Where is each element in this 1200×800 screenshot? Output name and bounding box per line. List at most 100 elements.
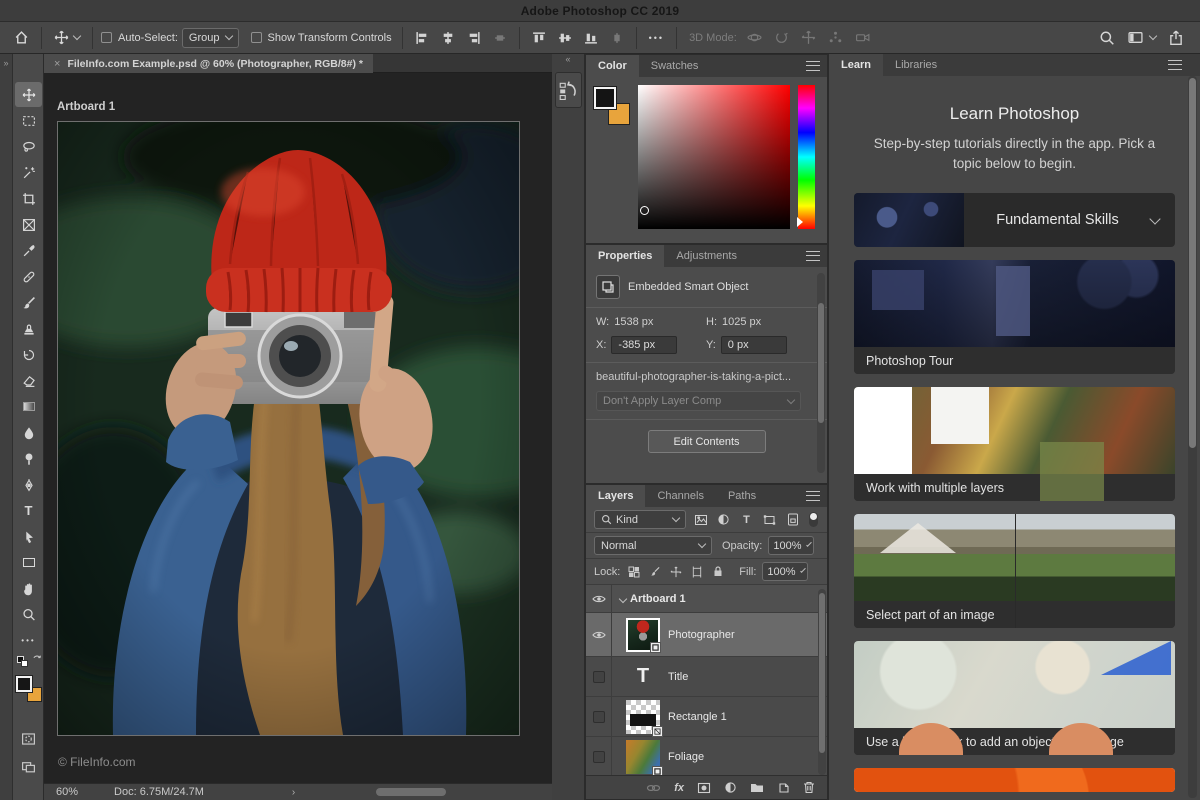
tab-swatches[interactable]: Swatches xyxy=(639,55,711,77)
tab-paths[interactable]: Paths xyxy=(716,485,768,507)
panel-menu-icon[interactable] xyxy=(806,491,820,501)
default-colors-swap[interactable] xyxy=(17,654,41,668)
filter-type-layers-button[interactable]: T xyxy=(738,514,755,526)
layer-row-artboard[interactable]: Artboard 1 xyxy=(586,585,827,613)
more-align-options-button[interactable]: ••• xyxy=(643,26,670,50)
tab-channels[interactable]: Channels xyxy=(645,485,715,507)
tutorial-card-layer-mask[interactable]: Use a layer mask to add an object to an … xyxy=(854,641,1175,756)
workspace-switcher[interactable] xyxy=(1121,26,1162,50)
learn-scrollbar[interactable] xyxy=(1188,76,1197,798)
tool-move[interactable] xyxy=(15,82,42,107)
panel-menu-icon[interactable] xyxy=(806,61,820,71)
tool-path-select[interactable] xyxy=(15,524,42,549)
lock-all-button[interactable] xyxy=(710,565,725,578)
tutorial-card-photoshop-tour[interactable]: Photoshop Tour xyxy=(854,260,1175,375)
tool-frame[interactable] xyxy=(15,212,42,237)
hue-slider-marker[interactable] xyxy=(797,217,803,227)
properties-scrollbar[interactable] xyxy=(817,273,825,473)
layer-row-photographer[interactable]: Photographer xyxy=(586,613,827,657)
delete-layer-button[interactable] xyxy=(803,781,815,794)
tab-adjustments[interactable]: Adjustments xyxy=(664,245,749,267)
lock-position-button[interactable] xyxy=(668,566,683,578)
lock-artboard-button[interactable] xyxy=(689,565,704,578)
layer-style-button[interactable]: fx xyxy=(674,782,684,794)
close-tab-icon[interactable]: × xyxy=(54,58,60,70)
color-picker-cursor[interactable] xyxy=(640,206,649,215)
layers-scrollbar[interactable] xyxy=(818,589,826,775)
tool-gradient[interactable] xyxy=(15,394,42,419)
document-tab[interactable]: × FileInfo.com Example.psd @ 60% (Photog… xyxy=(44,54,373,73)
tool-clone-stamp[interactable] xyxy=(15,316,42,341)
lock-transparency-button[interactable] xyxy=(626,566,641,578)
opacity-select[interactable]: 100% xyxy=(768,536,815,555)
tab-learn[interactable]: Learn xyxy=(829,54,883,76)
foreground-background-swatches[interactable] xyxy=(16,676,42,702)
tool-rectangle[interactable] xyxy=(15,550,42,575)
properties-scrollbar-handle[interactable] xyxy=(818,303,824,423)
layer-thumbnail[interactable] xyxy=(626,699,663,737)
align-top-button[interactable] xyxy=(526,26,552,50)
auto-select-target-select[interactable]: Group xyxy=(181,27,239,48)
tool-hand[interactable] xyxy=(15,576,42,601)
x-input[interactable]: -385 px xyxy=(611,336,678,354)
show-transform-checkbox[interactable] xyxy=(250,32,262,43)
tab-layers[interactable]: Layers xyxy=(586,485,646,507)
layer-thumbnail[interactable] xyxy=(626,617,661,653)
hue-slider[interactable] xyxy=(797,85,815,229)
tutorial-card-select-part[interactable]: Select part of an image xyxy=(854,514,1175,629)
link-layers-button[interactable] xyxy=(646,783,661,793)
auto-select-checkbox[interactable] xyxy=(101,32,112,43)
text-layer-thumbnail[interactable]: T xyxy=(626,665,660,688)
align-left-button[interactable] xyxy=(409,26,435,50)
tool-blur[interactable] xyxy=(15,420,42,445)
edit-contents-button[interactable]: Edit Contents xyxy=(647,430,766,453)
tab-color[interactable]: Color xyxy=(586,55,639,77)
toolbar-collapse-strip[interactable]: » xyxy=(0,54,13,800)
tool-crop[interactable] xyxy=(15,186,42,211)
canvas[interactable]: Artboard 1 © FileInfo.com xyxy=(44,73,552,783)
layer-row-foliage[interactable]: Foliage xyxy=(586,737,827,777)
tool-eyedropper[interactable] xyxy=(15,238,42,263)
visibility-toggle[interactable] xyxy=(586,657,612,696)
tool-quick-selection[interactable] xyxy=(15,160,42,185)
tool-marquee[interactable] xyxy=(15,108,42,133)
panel-menu-icon[interactable] xyxy=(806,251,820,261)
status-chevron-icon[interactable]: › xyxy=(292,787,295,798)
add-mask-button[interactable] xyxy=(697,782,711,794)
align-right-button[interactable] xyxy=(461,26,487,50)
layer-row-rectangle[interactable]: Rectangle 1 xyxy=(586,697,827,737)
tool-brush[interactable] xyxy=(15,290,42,315)
layer-thumbnail[interactable] xyxy=(626,739,663,777)
tutorial-card-partial[interactable] xyxy=(854,768,1175,793)
horizontal-scrollbar[interactable] xyxy=(344,788,544,797)
fundamental-skills-section[interactable]: Fundamental Skills xyxy=(854,193,1175,248)
tool-zoom[interactable] xyxy=(15,602,42,627)
tab-properties[interactable]: Properties xyxy=(586,245,665,267)
visibility-toggle[interactable] xyxy=(586,697,612,736)
distribute-v-button[interactable] xyxy=(604,26,630,50)
expand-panels-button[interactable]: « xyxy=(552,54,584,68)
filter-pixel-layers-button[interactable] xyxy=(692,514,709,526)
filter-smart-objects-button[interactable] xyxy=(784,513,801,526)
saturation-brightness-field[interactable] xyxy=(638,85,790,229)
history-panel-button[interactable] xyxy=(554,72,582,108)
search-button[interactable] xyxy=(1093,26,1121,50)
foreground-color-swatch[interactable] xyxy=(16,676,32,692)
layers-scrollbar-handle[interactable] xyxy=(819,593,825,753)
layer-row-title[interactable]: T Title xyxy=(586,657,827,697)
share-button[interactable] xyxy=(1162,26,1190,50)
horizontal-scrollbar-handle[interactable] xyxy=(376,788,446,796)
tool-quick-mask[interactable] xyxy=(15,726,42,751)
tab-libraries[interactable]: Libraries xyxy=(883,54,949,76)
filter-adjustment-layers-button[interactable] xyxy=(715,513,732,526)
distribute-h-button[interactable] xyxy=(487,26,513,50)
tool-pen[interactable] xyxy=(15,472,42,497)
chevron-down-icon[interactable] xyxy=(618,594,628,603)
filter-toggle[interactable] xyxy=(809,512,818,527)
panel-menu-icon[interactable] xyxy=(1168,60,1182,70)
tutorial-card-multiple-layers[interactable]: Work with multiple layers xyxy=(854,387,1175,502)
add-adjustment-button[interactable] xyxy=(724,781,737,794)
foreground-color-swatch[interactable] xyxy=(594,87,616,109)
tool-eraser[interactable] xyxy=(15,368,42,393)
align-center-h-button[interactable] xyxy=(435,26,461,50)
